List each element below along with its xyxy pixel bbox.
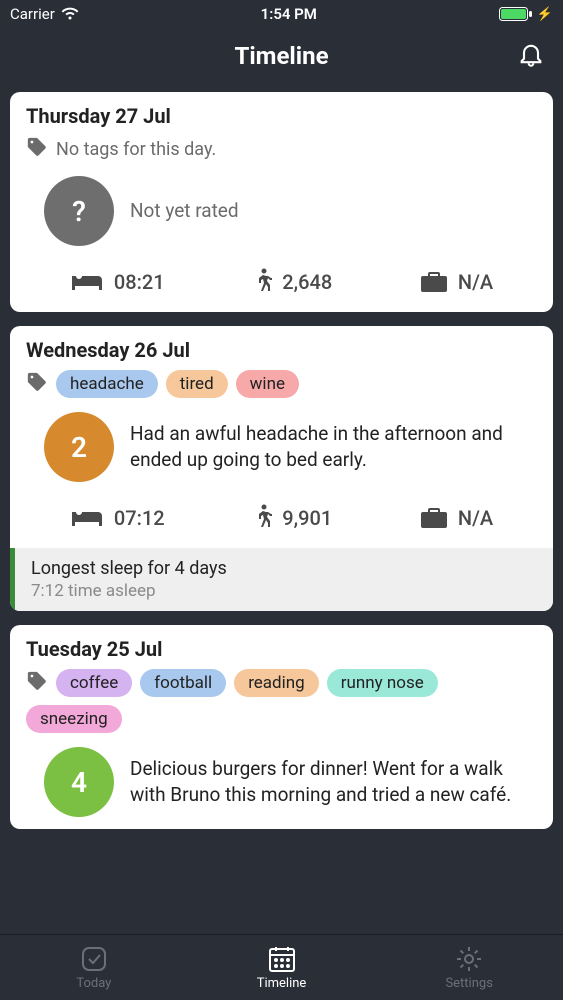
tab-today[interactable]: Today [0, 935, 188, 1000]
stats-row: 08:21 2,648 N/A [10, 258, 553, 312]
rating-text: Delicious burgers for dinner! Went for a… [130, 756, 537, 807]
rating-row: 4 Delicious burgers for dinner! Went for… [10, 743, 553, 829]
work-stat: N/A [420, 506, 493, 530]
status-time: 1:54 PM [261, 5, 317, 23]
sleep-stat: 08:21 [70, 270, 165, 294]
day-date: Wednesday 26 Jul [10, 326, 553, 370]
tag-pill[interactable]: coffee [56, 669, 132, 697]
briefcase-icon [420, 270, 448, 294]
tag-pill[interactable]: wine [236, 370, 299, 398]
tab-timeline[interactable]: Timeline [188, 935, 376, 1000]
work-stat: N/A [420, 270, 493, 294]
rating-row: ? Not yet rated [10, 172, 553, 258]
work-value: N/A [458, 506, 493, 530]
rating-text: Had an awful headache in the afternoon a… [130, 421, 537, 472]
charging-icon: ⚡ [537, 7, 553, 22]
status-right: ⚡ [499, 6, 553, 22]
tag-icon [26, 371, 48, 397]
wifi-icon [61, 7, 79, 21]
status-left: Carrier [10, 5, 79, 23]
steps-value: 9,901 [282, 506, 332, 530]
tab-bar: Today Timeline Settings [0, 934, 563, 1000]
no-tags-text: No tags for this day. [56, 139, 216, 160]
stats-row: 07:12 9,901 N/A [10, 494, 553, 548]
calendar-icon [267, 944, 297, 974]
header-bar: Timeline [0, 28, 563, 84]
rating-circle[interactable]: ? [44, 176, 114, 246]
tag-pill[interactable]: tired [166, 370, 228, 398]
tag-pill[interactable]: football [140, 669, 226, 697]
status-bar: Carrier 1:54 PM ⚡ [0, 0, 563, 28]
day-card[interactable]: Tuesday 25 Jul coffee football reading r… [10, 625, 553, 829]
tag-icon [26, 670, 48, 696]
timeline-content[interactable]: Thursday 27 Jul No tags for this day. ? … [0, 84, 563, 934]
bed-icon [70, 506, 104, 530]
tag-pill[interactable]: runny nose [327, 669, 438, 697]
notifications-button[interactable] [517, 40, 545, 72]
tab-label: Timeline [257, 976, 307, 991]
bed-icon [70, 270, 104, 294]
rating-row: 2 Had an awful headache in the afternoon… [10, 408, 553, 494]
gear-icon [454, 944, 484, 974]
tag-row: headache tired wine [10, 370, 553, 408]
sleep-value: 07:12 [114, 506, 165, 530]
walk-icon [252, 504, 272, 532]
day-card[interactable]: Wednesday 26 Jul headache tired wine 2 H… [10, 326, 553, 611]
rating-circle[interactable]: 2 [44, 412, 114, 482]
tag-pill[interactable]: reading [234, 669, 319, 697]
steps-stat: 2,648 [252, 268, 332, 296]
steps-stat: 9,901 [252, 504, 332, 532]
tag-pill[interactable]: sneezing [26, 705, 122, 733]
day-date: Thursday 27 Jul [10, 92, 553, 136]
sleep-value: 08:21 [114, 270, 165, 294]
sleep-stat: 07:12 [70, 506, 165, 530]
work-value: N/A [458, 270, 493, 294]
rating-circle[interactable]: 4 [44, 747, 114, 817]
briefcase-icon [420, 506, 448, 530]
today-icon [79, 944, 109, 974]
tag-icon [26, 136, 48, 162]
tag-row: coffee football reading runny nose sneez… [10, 669, 553, 743]
carrier-label: Carrier [10, 5, 55, 23]
walk-icon [252, 268, 272, 296]
steps-value: 2,648 [282, 270, 332, 294]
tab-label: Settings [445, 976, 492, 991]
tab-label: Today [76, 976, 111, 991]
rating-text: Not yet rated [130, 198, 537, 224]
battery-icon [499, 6, 533, 22]
tab-settings[interactable]: Settings [375, 935, 563, 1000]
tag-row: No tags for this day. [10, 136, 553, 172]
insight-banner: Longest sleep for 4 days 7:12 time aslee… [10, 548, 553, 611]
tag-pill[interactable]: headache [56, 370, 158, 398]
page-title: Timeline [234, 42, 328, 70]
day-date: Tuesday 25 Jul [10, 625, 553, 669]
day-card[interactable]: Thursday 27 Jul No tags for this day. ? … [10, 92, 553, 312]
insight-title: Longest sleep for 4 days [31, 558, 537, 579]
insight-sub: 7:12 time asleep [31, 581, 537, 601]
